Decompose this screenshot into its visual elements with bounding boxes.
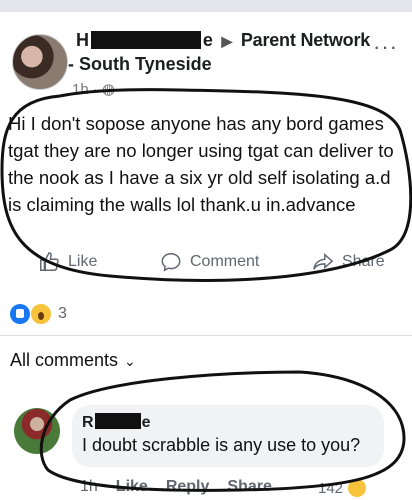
comment-actions: 1h Like Reply Share [80,478,272,496]
comment-reply-button[interactable]: Reply [166,478,210,496]
post-time[interactable]: 1h [72,81,89,98]
arrow-right-icon: ▶ [221,33,233,49]
post-title: He ▶ Parent Network [76,30,370,51]
comment-bubble: Re I doubt scrabble is any use to you? [72,405,384,467]
all-comments-label: All comments [10,350,119,370]
post-meta: 1h · ◍ [72,80,115,98]
share-button[interactable]: Share [312,251,385,273]
laugh-reaction-icon [347,478,368,498]
public-globe-icon: ◍ [102,81,116,98]
share-label: Share [342,253,385,270]
like-button[interactable]: Like [38,251,97,273]
reactions-summary[interactable]: 3 [10,303,67,325]
comment-button[interactable]: Comment [160,251,259,273]
comment-author[interactable]: Re [82,413,150,432]
group-name[interactable]: Parent Network [241,30,370,50]
share-arrow-icon [313,253,334,270]
comment-reaction-summary[interactable]: 142 [318,478,368,498]
post-header: He ▶ Parent Network - South Tyneside 1h … [0,12,412,100]
comment-author-start: R [82,414,94,431]
wow-reaction-icon [30,303,52,325]
author-avatar[interactable] [12,34,68,90]
top-bar [0,0,412,12]
comment-label: Comment [190,253,260,270]
more-options-icon[interactable]: ··· [373,34,398,60]
post-actions: Like Comment Share [0,245,412,285]
author-name-end[interactable]: e [203,30,213,50]
comment-share-button[interactable]: Share [227,478,271,496]
thumbs-up-icon [40,252,59,271]
divider [0,335,412,336]
all-comments-filter[interactable]: All comments ⌄ [10,350,136,371]
reaction-count: 3 [58,305,67,322]
comment-reaction-count: 142 [318,479,344,497]
author-name-start[interactable]: H [76,30,89,50]
comment-time[interactable]: 1h [80,478,98,496]
commenter-avatar[interactable] [14,408,60,454]
like-label: Like [68,253,98,270]
comment-author-end: e [141,414,151,431]
comment-like-button[interactable]: Like [116,478,148,496]
post-body: Hi I don't sopose anyone has any bord ga… [8,113,394,215]
like-reaction-icon [10,304,30,324]
chevron-down-icon: ⌄ [124,353,136,369]
group-location: - South Tyneside [68,54,212,74]
redacted-commenter-name [94,413,141,429]
comment-text: I doubt scrabble is any use to you? [82,435,361,455]
dot-separator: · [92,81,98,98]
comment-bubble-icon [161,253,181,272]
redacted-name [90,31,201,49]
